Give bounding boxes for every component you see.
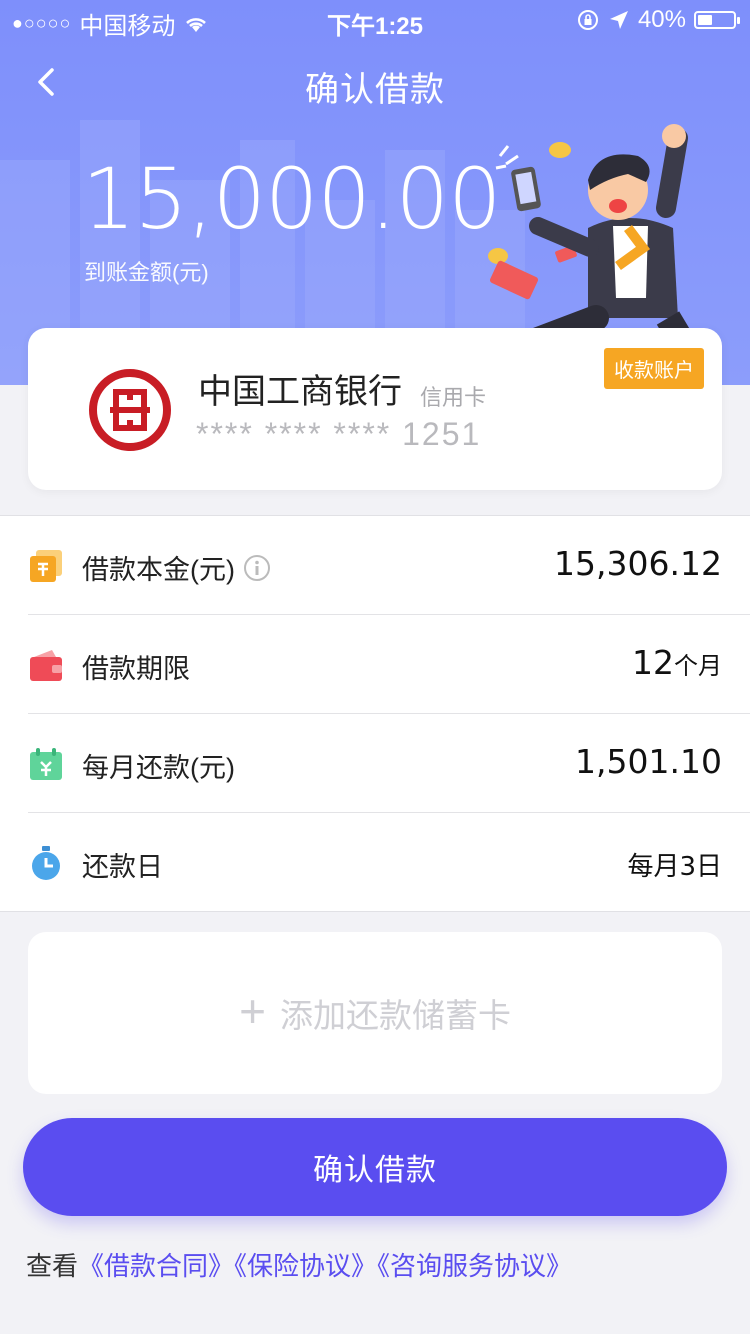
calendar-icon	[30, 748, 62, 780]
consulting-service-agreement-link[interactable]: 《咨询服务协议》	[377, 1251, 572, 1281]
loan-detail-list: 借款本金(元) 15,306.12 借款期限 12个月 每月还款(元) 1,50…	[0, 515, 750, 912]
principal-label: 借款本金(元)	[82, 555, 235, 585]
bank-name: 中国工商银行	[198, 373, 402, 411]
repayment-day-value: 每月3日	[627, 852, 722, 882]
repayment-day-label: 还款日	[82, 852, 163, 882]
plus-icon: +	[239, 985, 266, 1037]
location-arrow-icon	[609, 11, 628, 29]
receiving-bank-card[interactable]: 中国工商银行 信用卡 **** **** **** 1251 收款账户	[28, 328, 722, 490]
add-card-label: 添加还款储蓄卡	[279, 997, 511, 1034]
wallet-icon	[30, 650, 62, 681]
monthly-payment-label: 每月还款(元)	[82, 753, 235, 783]
principal-value: 15,306.12	[554, 544, 722, 583]
masked-card-number: **** **** **** 1251	[196, 416, 482, 452]
add-debit-card-button[interactable]: + 添加还款储蓄卡	[28, 932, 722, 1094]
battery-icon	[694, 11, 740, 29]
insurance-agreement-link[interactable]: 《保险协议》	[234, 1251, 377, 1281]
list-item-principal: 借款本金(元) 15,306.12	[28, 516, 750, 615]
agreements-prefix: 查看	[26, 1251, 79, 1281]
rotation-lock-icon	[577, 10, 598, 30]
info-icon[interactable]	[243, 554, 271, 582]
term-value: 12个月	[632, 643, 722, 682]
card-type: 信用卡	[420, 385, 487, 410]
receiving-account-badge: 收款账户	[604, 348, 704, 389]
coin-stack-icon	[30, 550, 62, 582]
agreement-links: 查看《借款合同》《保险协议》《咨询服务协议》	[26, 1246, 572, 1283]
page-title: 确认借款	[305, 71, 445, 109]
received-amount: 15,000.00	[82, 150, 502, 248]
stopwatch-icon	[32, 846, 60, 880]
list-item-term: 借款期限 12个月	[28, 615, 750, 714]
term-label: 借款期限	[82, 654, 190, 684]
monthly-payment-value: 1,501.10	[575, 742, 722, 781]
received-amount-label: 到账金额(元)	[84, 260, 209, 285]
list-item-monthly-payment: 每月还款(元) 1,501.10	[28, 714, 750, 813]
confirm-loan-button[interactable]: 确认借款	[23, 1118, 727, 1216]
loan-contract-link[interactable]: 《借款合同》	[78, 1251, 234, 1281]
status-bar: ●○○○○ 中国移动 下午1:25 40%	[0, 0, 750, 40]
list-item-repayment-day: 还款日 每月3日	[28, 813, 750, 911]
icbc-logo-icon	[89, 369, 171, 451]
battery-percent: 40%	[637, 6, 686, 33]
